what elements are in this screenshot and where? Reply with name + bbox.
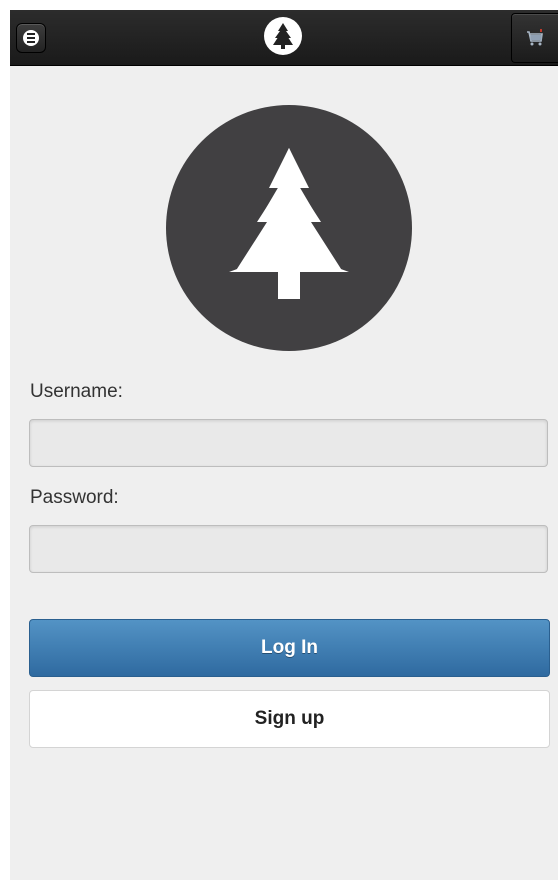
username-input[interactable] [29,419,548,467]
home-logo-button[interactable] [264,17,302,55]
password-input[interactable] [29,525,548,573]
brand-logo [166,105,412,351]
signup-button-label: Sign up [254,708,325,729]
menu-icon [23,30,39,46]
login-button[interactable]: Log In [29,619,550,677]
cart-button[interactable] [511,13,558,63]
app-screen: Username: Password: Log In Sign up [10,10,558,880]
pine-tree-icon [229,148,349,299]
tree-logo-icon [273,23,293,49]
username-label: Username: [30,381,123,402]
signup-button[interactable]: Sign up [29,690,550,748]
top-bar [10,10,558,66]
cart-icon [527,29,543,46]
login-button-label: Log In [261,637,318,658]
menu-button[interactable] [16,23,46,53]
password-label: Password: [30,487,119,508]
